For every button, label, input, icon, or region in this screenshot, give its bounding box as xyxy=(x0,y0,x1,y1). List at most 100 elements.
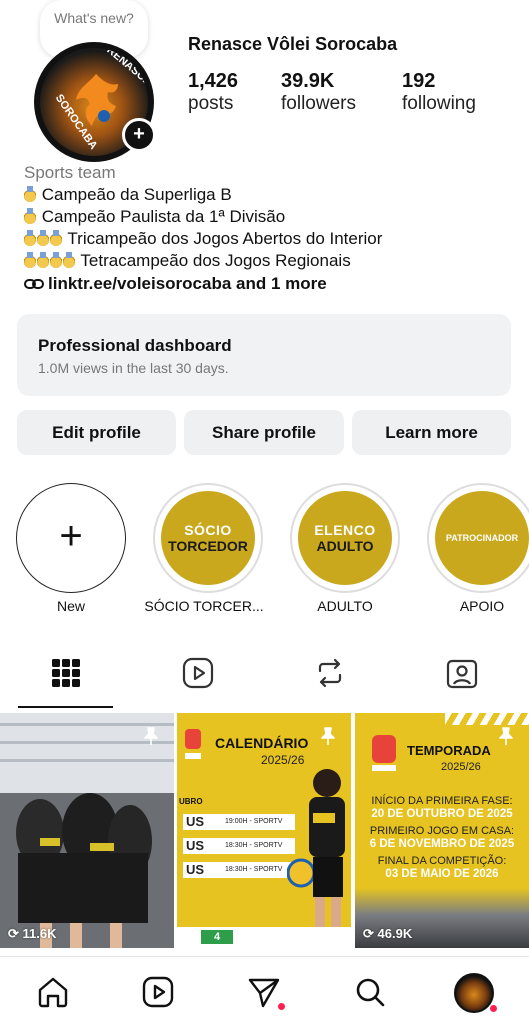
calendar-row-team: US xyxy=(186,838,205,853)
medal-icon xyxy=(24,252,36,268)
messages-icon[interactable] xyxy=(247,975,281,1009)
note-bubble-text: What's new? xyxy=(54,10,134,26)
season-date: 6 DE NOVEMBRO DE 2025 xyxy=(369,838,515,850)
plus-icon: + xyxy=(59,514,83,558)
highlight-cover: SÓCIO TORCEDOR xyxy=(161,491,255,585)
highlight-socio-torcedor[interactable]: SÓCIO TORCEDOR xyxy=(153,483,263,593)
highlight-cover-line1: ELENCO xyxy=(314,522,376,538)
calendar-row: US 19:00H - SPORTV xyxy=(183,814,295,830)
sponsor-strip: 4 xyxy=(177,927,351,948)
stat-label: following xyxy=(402,93,476,114)
stat-value: 1,426 xyxy=(188,70,239,92)
pin-icon xyxy=(144,727,158,745)
bio-link-text: linktr.ee/voleisorocaba and 1 more xyxy=(48,274,327,293)
bio-line: Tetracampeão dos Jogos Regionais xyxy=(24,250,351,272)
bio-line: Tricampeão dos Jogos Abertos do Interior xyxy=(24,228,382,250)
highlight-apoio[interactable]: PATROCINADOR xyxy=(427,483,529,593)
calendar-row-team: US xyxy=(186,862,205,877)
calendar-row-time: 19:00H - SPORTV xyxy=(225,818,283,825)
edit-profile-button[interactable]: Edit profile xyxy=(17,410,176,455)
bio-line-text: Campeão da Superliga B xyxy=(41,185,232,204)
share-profile-button[interactable]: Share profile xyxy=(184,410,344,455)
medal-icon xyxy=(50,230,62,246)
active-tab-indicator xyxy=(18,706,113,708)
medal-icon xyxy=(24,230,36,246)
home-icon[interactable] xyxy=(36,975,70,1009)
medal-icon xyxy=(63,252,75,268)
bio-line: Campeão Paulista da 1ª Divisão xyxy=(24,206,285,228)
reposts-icon[interactable] xyxy=(313,656,347,690)
stat-value: 39.9K xyxy=(281,70,335,92)
highlight-label: SÓCIO TORCER... xyxy=(144,598,264,614)
season-title: TEMPORADA xyxy=(407,743,491,758)
post-tile[interactable]: TEMPORADA 2025/26 INÍCIO DA PRIMEIRA FAS… xyxy=(355,713,529,948)
new-highlight-button[interactable]: + xyxy=(16,483,126,593)
highlight-cover-line1: PATROCINADOR xyxy=(445,533,519,543)
medal-icon xyxy=(37,252,49,268)
post-tile[interactable]: CALENDÁRIO 2025/26 UBRO US 19:00H - SPORT… xyxy=(177,713,351,948)
highlight-label: APOIO xyxy=(459,598,505,614)
stat-followers[interactable]: 39.9K followers xyxy=(281,70,356,115)
bottom-navigation xyxy=(0,956,529,1025)
post-tile[interactable]: ⟳ 11.6K xyxy=(0,713,174,948)
highlight-cover-line1: SÓCIO xyxy=(184,522,232,538)
sponsor-badge: 4 xyxy=(201,930,233,944)
dashboard-title: Professional dashboard xyxy=(38,336,232,355)
bio-line-text: Campeão Paulista da 1ª Divisão xyxy=(41,207,286,226)
calendar-row-time: 18:30H - SPORTV xyxy=(225,866,283,873)
medal-icon xyxy=(37,230,49,246)
bio-line-text: Tricampeão dos Jogos Abertos do Interior xyxy=(67,229,383,248)
stat-posts[interactable]: 1,426 posts xyxy=(188,70,238,115)
highlight-adulto[interactable]: ELENCO ADULTO xyxy=(290,483,400,593)
calendar-row-team: US xyxy=(186,814,205,829)
highlight-cover-line2: ADULTO xyxy=(316,538,374,554)
highlight-label: ADULTO xyxy=(317,598,373,614)
calendar-title: CALENDÁRIO xyxy=(215,735,309,751)
superliga-logo xyxy=(372,735,396,771)
tagged-icon[interactable] xyxy=(445,656,479,690)
bio-category: Sports team xyxy=(24,163,116,182)
notification-dot xyxy=(490,1005,497,1012)
medal-icon xyxy=(50,252,62,268)
highlight-cover-line2: TORCEDOR xyxy=(168,538,248,554)
calendar-row: US 18:30H - SPORTV xyxy=(183,862,295,878)
professional-dashboard[interactable]: Professional dashboard 1.0M views in the… xyxy=(17,314,511,396)
player-photo xyxy=(287,769,345,933)
notification-dot xyxy=(278,1003,285,1010)
bio-line: Campeão da Superliga B xyxy=(24,184,232,206)
bio-link[interactable]: linktr.ee/voleisorocaba and 1 more xyxy=(24,274,327,294)
search-icon[interactable] xyxy=(353,975,387,1009)
calendar-row-time: 18:30H - SPORTV xyxy=(225,842,283,849)
medal-icon xyxy=(24,186,36,202)
learn-more-button[interactable]: Learn more xyxy=(352,410,511,455)
highlight-cover: PATROCINADOR xyxy=(435,491,529,585)
reels-icon[interactable] xyxy=(141,975,175,1009)
season-date: 03 DE MAIO DE 2026 xyxy=(385,868,499,880)
season-line: FINAL DA COMPETIÇÃO: xyxy=(377,855,507,867)
pin-icon xyxy=(499,727,513,745)
season-date: 20 DE OUTUBRO DE 2025 xyxy=(371,808,513,820)
reels-icon[interactable] xyxy=(181,656,215,690)
add-story-button[interactable]: + xyxy=(122,118,156,152)
superliga-logo xyxy=(185,729,201,759)
medal-icon xyxy=(24,208,36,224)
profile-tab-avatar[interactable] xyxy=(454,973,494,1013)
view-count-value: 11.6K xyxy=(22,926,57,941)
dashboard-subtitle: 1.0M views in the last 30 days. xyxy=(38,360,229,376)
highlight-label: New xyxy=(56,598,85,614)
link-icon xyxy=(24,279,44,289)
season-line: INÍCIO DA PRIMEIRA FASE: xyxy=(371,795,513,807)
stat-label: posts xyxy=(188,93,234,114)
stat-value: 192 xyxy=(402,70,436,92)
stat-following[interactable]: 192 following xyxy=(402,70,476,115)
highlight-cover: ELENCO ADULTO xyxy=(298,491,392,585)
view-count-value: 46.9K xyxy=(377,926,413,941)
bio-line-text: Tetracampeão dos Jogos Regionais xyxy=(80,251,351,270)
season-year: 2025/26 xyxy=(441,761,481,773)
stat-label: followers xyxy=(281,93,356,114)
profile-name: Renasce Vôlei Sorocaba xyxy=(188,34,398,54)
season-line: PRIMEIRO JOGO EM CASA: xyxy=(369,825,515,837)
post-photo xyxy=(0,713,174,948)
stripe-decoration xyxy=(445,713,529,725)
grid-icon[interactable] xyxy=(49,656,83,690)
